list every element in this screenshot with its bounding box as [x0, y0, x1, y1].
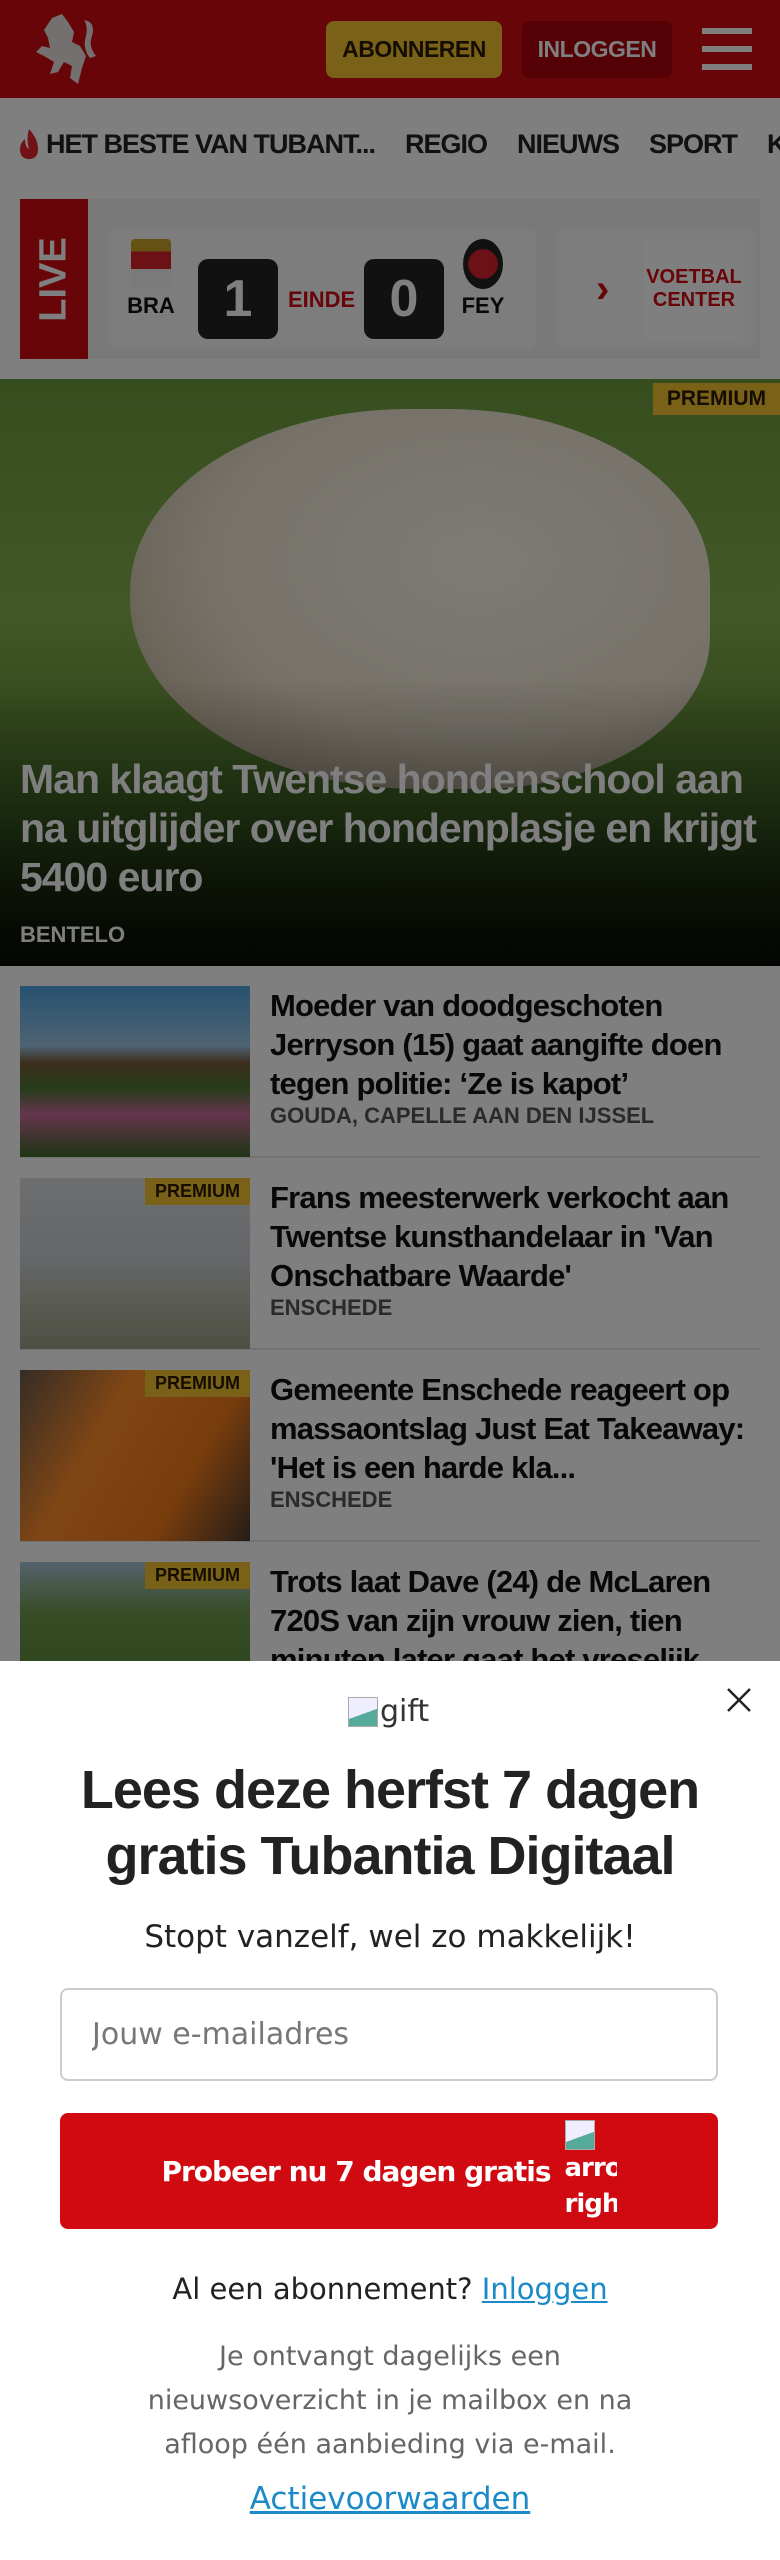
modal-heading: Lees deze herfst 7 dagen gratis Tubantia…	[80, 1760, 700, 1886]
terms-link[interactable]: Actievoorwaarden	[0, 2481, 780, 2517]
close-icon[interactable]	[724, 1685, 754, 1715]
login-prompt: Al een abonnement? Inloggen	[172, 2272, 608, 2306]
disclaimer-text: Je ontvangt dagelijks een nieuwsoverzich…	[147, 2341, 633, 2460]
start-trial-button[interactable]: Probeer nu 7 dagen gratis arrow right	[60, 2113, 718, 2229]
arrow-right-icon: arrow right	[564, 2120, 617, 2222]
cta-label: Probeer nu 7 dagen gratis	[161, 2154, 551, 2188]
modal-backdrop[interactable]	[0, 0, 780, 1661]
login-link[interactable]: Inloggen	[482, 2272, 608, 2306]
broken-image-icon	[348, 1696, 378, 1727]
gift-image: gift	[348, 1694, 429, 1729]
email-input[interactable]	[60, 1988, 718, 2081]
newsletter-trial-modal: gift Lees deze herfst 7 dagen gratis Tub…	[0, 1661, 780, 2560]
modal-subheading: Stopt vanzelf, wel zo makkelijk!	[144, 1919, 636, 1955]
